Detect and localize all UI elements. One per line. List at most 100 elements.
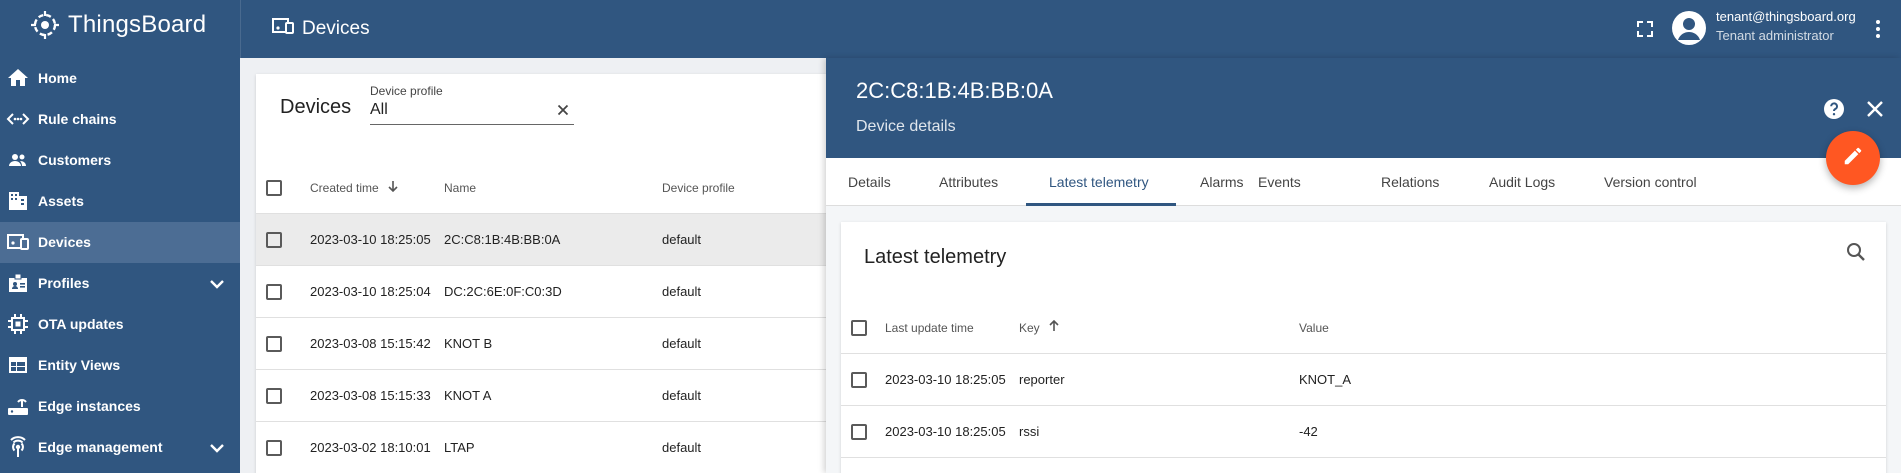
user-avatar-icon[interactable] — [1672, 11, 1706, 45]
table-row[interactable]: 2023-03-10 18:25:05 reporter KNOT_A — [841, 354, 1886, 406]
tab-audit-logs[interactable]: Audit Logs — [1489, 158, 1555, 206]
column-header-last-update-time[interactable]: Last update time — [885, 302, 974, 354]
tab-events[interactable]: Events — [1258, 158, 1301, 206]
tab-relations[interactable]: Relations — [1381, 158, 1439, 206]
sidebar-item-label: Devices — [38, 234, 91, 250]
sidebar-item-edge-management[interactable]: Edge management — [0, 427, 240, 468]
cell-value: KNOT_A — [1299, 372, 1352, 387]
home-icon — [6, 66, 30, 90]
cell-name: LTAP — [444, 440, 475, 455]
row-checkbox[interactable] — [851, 424, 867, 440]
row-checkbox[interactable] — [266, 232, 282, 248]
sidebar-item-label: Home — [38, 70, 77, 86]
tab-attributes[interactable]: Attributes — [939, 158, 998, 206]
top-app-bar: ThingsBoard Devices tenant@thingsboard.o… — [0, 0, 1901, 58]
devices-table-title: Devices — [280, 96, 352, 118]
select-all-checkbox[interactable] — [266, 180, 282, 196]
table-row[interactable]: 2023-03-10 18:25:04 DC:2C:6E:0F:C0:3D de… — [256, 266, 876, 318]
row-checkbox[interactable] — [851, 372, 867, 388]
sidebar-item-label: Assets — [38, 193, 84, 209]
chevron-down-icon[interactable] — [205, 272, 229, 296]
device-profile-filter[interactable]: Device profile All — [370, 84, 574, 125]
sidebar-item-devices[interactable]: Devices — [0, 222, 240, 263]
cell-device-profile: default — [662, 388, 702, 403]
devices-table-header: Created time Name Device profile — [256, 162, 876, 214]
telemetry-table-header: Last update time Key Value — [841, 302, 1886, 354]
sidebar-item-edge-instances[interactable]: Edge instances — [0, 386, 240, 427]
search-icon[interactable] — [1844, 240, 1868, 264]
fullscreen-icon[interactable] — [1633, 17, 1657, 41]
tab-version-control[interactable]: Version control — [1604, 158, 1697, 206]
device-profile-input[interactable]: All — [370, 101, 574, 125]
row-checkbox[interactable] — [266, 284, 282, 300]
sidebar-item-rule-chains[interactable]: Rule chains — [0, 99, 240, 140]
table-row[interactable]: 2023-03-08 15:15:42 KNOT B default — [256, 318, 876, 370]
row-checkbox[interactable] — [266, 388, 282, 404]
sidebar-item-ota-updates[interactable]: OTA updates — [0, 304, 240, 345]
cell-created-time: 2023-03-08 15:15:33 — [310, 388, 431, 403]
select-all-checkbox[interactable] — [851, 320, 867, 336]
column-header-key[interactable]: Key — [1019, 302, 1061, 354]
table-row[interactable]: 2023-03-10 18:25:05 2C:C8:1B:4B:BB:0A de… — [256, 214, 876, 266]
cell-name: KNOT B — [444, 336, 493, 351]
table-row[interactable]: 2023-03-08 15:15:33 KNOT A default — [256, 370, 876, 422]
cell-created-time: 2023-03-10 18:25:05 — [310, 232, 431, 247]
edit-fab-button[interactable] — [1826, 131, 1880, 185]
devices-icon — [272, 16, 294, 42]
table-row[interactable]: 2023-03-02 18:10:01 LTAP default — [256, 422, 876, 473]
cell-value: -42 — [1299, 424, 1318, 439]
chevron-down-icon[interactable] — [205, 436, 229, 460]
row-checkbox[interactable] — [266, 440, 282, 456]
cell-key: reporter — [1019, 372, 1065, 387]
page-title: Devices — [272, 16, 370, 42]
column-header-name[interactable]: Name — [444, 162, 476, 214]
latest-telemetry-title: Latest telemetry — [864, 246, 1007, 268]
sidebar-item-customers[interactable]: Customers — [0, 140, 240, 181]
row-checkbox[interactable] — [266, 336, 282, 352]
sidebar-item-label: Customers — [38, 152, 112, 168]
sidebar-item-label: Profiles — [38, 275, 90, 291]
clear-icon[interactable] — [554, 101, 572, 119]
table-row[interactable]: 2023-03-10 18:25:05 rssi -42 — [841, 406, 1886, 458]
topbar-divider — [240, 0, 241, 58]
sidebar-item-profiles[interactable]: Profiles — [0, 263, 240, 304]
sidebar: Home Rule chains Customers Assets Device… — [0, 58, 240, 473]
active-tab-indicator — [1026, 203, 1176, 206]
user-email[interactable]: tenant@thingsboard.org — [1716, 9, 1856, 24]
column-header-value[interactable]: Value — [1299, 302, 1329, 354]
cell-last-update-time: 2023-03-10 18:25:05 — [885, 424, 1006, 439]
cell-device-profile: default — [662, 232, 702, 247]
close-icon[interactable] — [1863, 97, 1887, 121]
brand-logo[interactable]: ThingsBoard — [28, 8, 206, 42]
cell-created-time: 2023-03-10 18:25:04 — [310, 284, 431, 299]
sidebar-item-entity-views[interactable]: Entity Views — [0, 345, 240, 386]
help-icon[interactable] — [1822, 97, 1846, 121]
sidebar-item-label: OTA updates — [38, 316, 124, 332]
device-profile-filter-label: Device profile — [370, 84, 443, 98]
sidebar-item-home[interactable]: Home — [0, 58, 240, 99]
cell-device-profile: default — [662, 440, 702, 455]
assets-icon — [6, 189, 30, 213]
sidebar-item-label: Entity Views — [38, 357, 121, 373]
sidebar-item-label: Rule chains — [38, 111, 117, 127]
column-header-created-time[interactable]: Created time — [310, 162, 400, 214]
device-details-header: 2C:C8:1B:4B:BB:0A Device details — [826, 58, 1901, 158]
sidebar-item-assets[interactable]: Assets — [0, 181, 240, 222]
latest-telemetry-card: Latest telemetry Last update time Key Va… — [841, 222, 1886, 473]
brand-name: ThingsBoard — [68, 11, 207, 38]
arrow-up-icon — [1047, 303, 1061, 355]
profiles-icon — [6, 271, 30, 295]
cell-key: rssi — [1019, 424, 1040, 439]
entity-views-icon — [6, 353, 30, 377]
cell-created-time: 2023-03-02 18:10:01 — [310, 440, 431, 455]
column-header-device-profile[interactable]: Device profile — [662, 162, 735, 214]
device-details-panel: 2C:C8:1B:4B:BB:0A Device details Details… — [826, 58, 1901, 473]
page-title-text: Devices — [302, 18, 370, 39]
tab-latest-telemetry[interactable]: Latest telemetry — [1049, 158, 1149, 206]
tab-details[interactable]: Details — [848, 158, 891, 206]
more-vert-icon[interactable] — [1866, 17, 1890, 41]
ota-icon — [6, 312, 30, 336]
devices-icon — [6, 230, 30, 254]
tab-alarms[interactable]: Alarms — [1200, 158, 1244, 206]
cell-name: KNOT A — [444, 388, 492, 403]
